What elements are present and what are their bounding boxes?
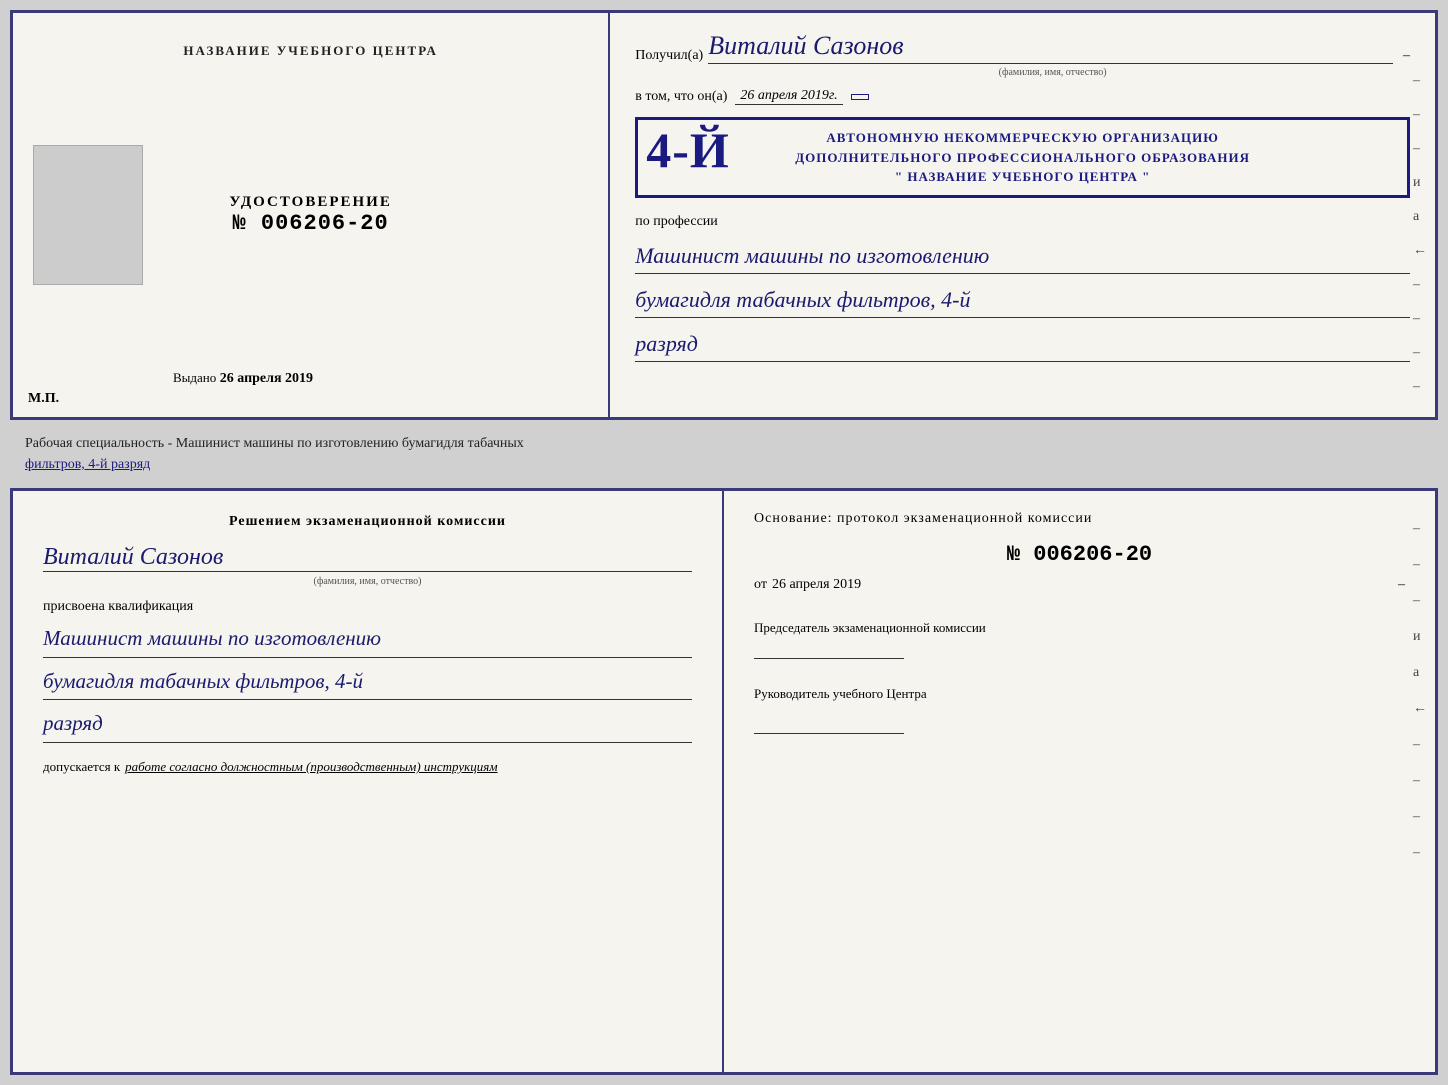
okончil-label [851, 94, 869, 100]
stamp-line3: " НАЗВАНИЕ УЧЕБНОГО ЦЕНТРА " [650, 167, 1395, 187]
middle-text-main: Рабочая специальность - Машинист машины … [25, 436, 524, 451]
vydano-label: Выдано [173, 370, 216, 385]
poluchil-line: Получил(а) Виталий Сазонов – [635, 31, 1410, 64]
poluchil-label: Получил(а) [635, 48, 703, 64]
training-center-label-top: НАЗВАНИЕ УЧЕБНОГО ЦЕНТРА [183, 43, 438, 59]
vtom-date: 26 апреля 2019г. [735, 88, 842, 105]
prisvoena-label: присвоена квалификация [43, 599, 692, 615]
cert-right: Получил(а) Виталий Сазонов – (фамилия, и… [610, 13, 1435, 417]
rukovoditel-label: Руководитель учебного Центра [754, 684, 1405, 704]
recipient-name: Виталий Сазонов [708, 31, 1393, 64]
bottom-right: Основание: протокол экзаменационной коми… [724, 491, 1435, 1072]
bottom-recipient-name: Виталий Сазонов [43, 544, 692, 572]
cert-left: НАЗВАНИЕ УЧЕБНОГО ЦЕНТРА УДОСТОВЕРЕНИЕ №… [13, 13, 610, 417]
dopuskaetsya-text: работе согласно должностным (производств… [125, 759, 497, 775]
predsedatel-label: Председатель экзаменационной комиссии [754, 618, 1405, 638]
dash-after-name: – [1403, 48, 1410, 64]
cert-udostoverenie-block: УДОСТОВЕРЕНИЕ № 006206-20 [229, 194, 392, 236]
predsedatel-section: Председатель экзаменационной комиссии [754, 618, 1405, 659]
page-container: НАЗВАНИЕ УЧЕБНОГО ЦЕНТРА УДОСТОВЕРЕНИЕ №… [0, 0, 1448, 1085]
profession-line1: Машинист машины по изготовлению [635, 238, 1410, 274]
photo-placeholder [33, 145, 143, 285]
po-professii-label: по профессии [635, 214, 1410, 230]
bottom-profession-line3: разряд [43, 706, 692, 743]
right-dashes-bottom: – – – и а ← – – – – [1413, 521, 1427, 861]
stamp-line1: АВТОНОМНУЮ НЕКОММЕРЧЕСКУЮ ОРГАНИЗАЦИЮ [650, 128, 1395, 148]
certificate-top: НАЗВАНИЕ УЧЕБНОГО ЦЕНТРА УДОСТОВЕРЕНИЕ №… [10, 10, 1438, 420]
dopuskaetsya-line: допускается к работе согласно должностны… [43, 759, 692, 775]
ot-date: 26 апреля 2019 [772, 577, 861, 593]
vydano-block: Выдано 26 апреля 2019 [173, 370, 313, 387]
profession-line2: бумагидля табачных фильтров, 4-й [635, 282, 1410, 318]
dopuskaetsya-label: допускается к [43, 759, 120, 775]
komissia-title: Решением экзаменационной комиссии [43, 511, 692, 532]
stamp-number: 4-й [646, 125, 730, 175]
udostoverenie-label: УДОСТОВЕРЕНИЕ [229, 194, 392, 211]
middle-text-underline: фильтров, 4-й разряд [25, 457, 150, 472]
stamp-block: 4-й АВТОНОМНУЮ НЕКОММЕРЧЕСКУЮ ОРГАНИЗАЦИ… [635, 117, 1410, 198]
bottom-profession-line2: бумагидля табачных фильтров, 4-й [43, 664, 692, 701]
stamp-line2: ДОПОЛНИТЕЛЬНОГО ПРОФЕССИОНАЛЬНОГО ОБРАЗО… [650, 148, 1395, 168]
mp-label: М.П. [28, 391, 59, 407]
bottom-name-caption: (фамилия, имя, отчество) [43, 576, 692, 587]
certificate-bottom: Решением экзаменационной комиссии Витали… [10, 488, 1438, 1075]
bottom-left: Решением экзаменационной комиссии Витали… [13, 491, 724, 1072]
cert-number: № 006206-20 [229, 211, 392, 236]
right-dashes-top: – – – и а ← – – – – [1413, 73, 1427, 395]
ot-line: от 26 апреля 2019 – [754, 577, 1405, 593]
bottom-profession-line1: Машинист машины по изготовлению [43, 621, 692, 658]
vydano-date: 26 апреля 2019 [220, 371, 313, 386]
osnovanie-label: Основание: протокол экзаменационной коми… [754, 511, 1405, 527]
vtom-label: в том, что он(а) [635, 89, 727, 105]
bottom-number: № 006206-20 [754, 542, 1405, 567]
vtom-line: в том, что он(а) 26 апреля 2019г. [635, 88, 1410, 105]
predsedatel-signature-line [754, 658, 904, 659]
ot-label: от [754, 577, 767, 593]
name-caption: (фамилия, имя, отчество) [695, 67, 1410, 78]
middle-text-block: Рабочая специальность - Машинист машины … [10, 428, 1438, 480]
profession-line3: разряд [635, 326, 1410, 362]
rukovoditel-signature-line [754, 733, 904, 734]
